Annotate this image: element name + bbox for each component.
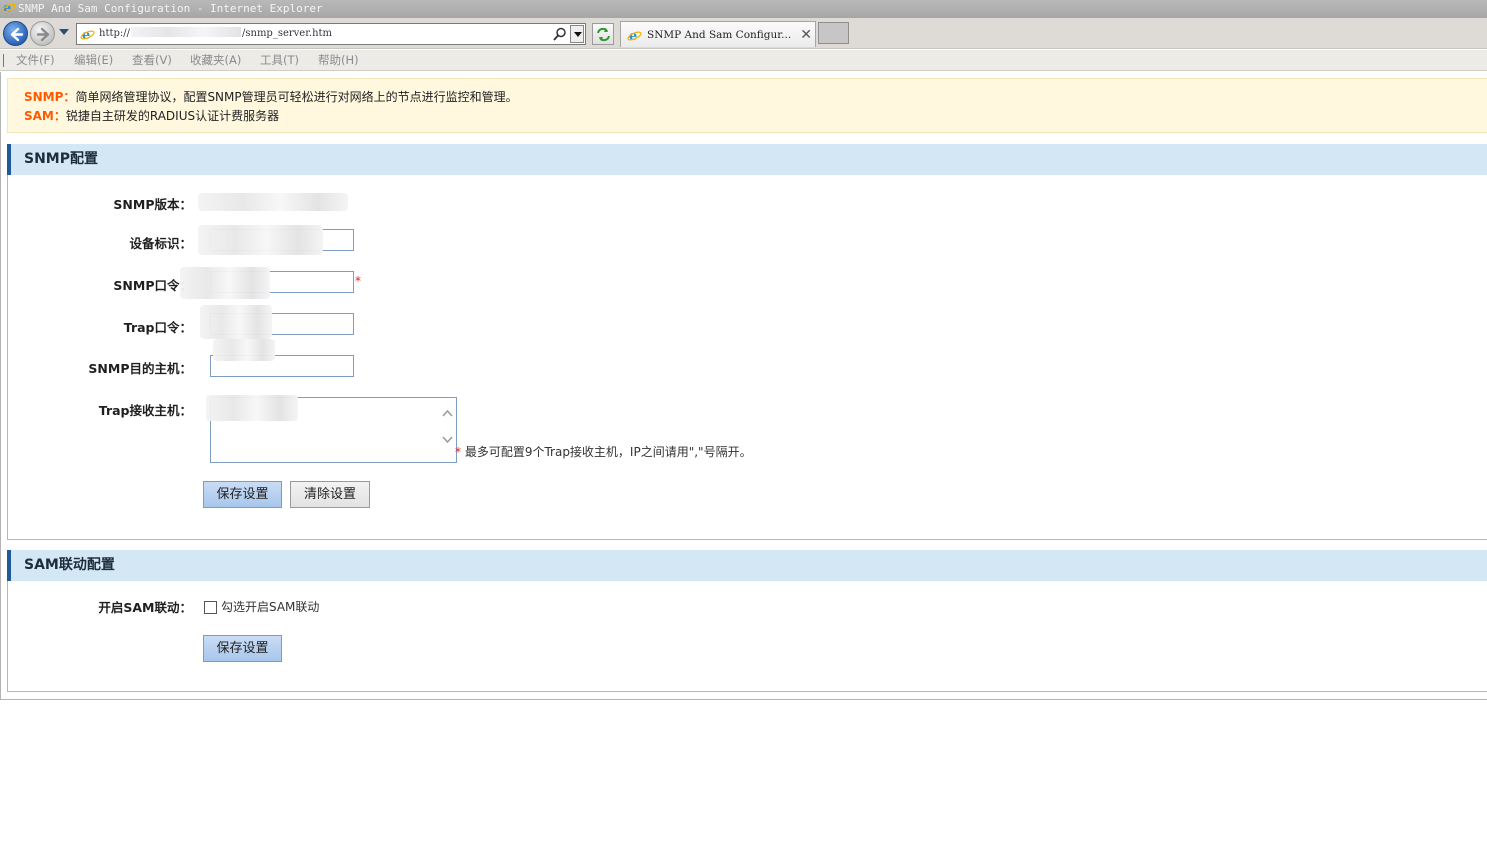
snmp-section-header: SNMP配置: [7, 144, 1487, 175]
close-icon[interactable]: ✕: [800, 22, 812, 48]
forward-arrow-icon: [36, 27, 50, 42]
history-dropdown-icon[interactable]: [58, 28, 70, 36]
sam-section-title: SAM联动配置: [24, 557, 115, 573]
snmp-version-label: SNMP版本：: [113, 197, 192, 212]
menu-file[interactable]: 文件(F): [16, 50, 55, 71]
ie-icon: e: [80, 28, 95, 42]
address-url[interactable]: http:// /snmp_server.htm: [99, 24, 332, 44]
hint-required-mark: *: [455, 445, 461, 459]
info-notice: SNMP：简单网络管理协议，配置SNMP管理员可轻松进行对网络上的节点进行监控和…: [7, 78, 1487, 133]
trap-password-label: Trap口令：: [123, 320, 192, 335]
sam-section-header: SAM联动配置: [7, 550, 1487, 581]
sam-enable-checkbox[interactable]: [204, 601, 217, 614]
menu-help[interactable]: 帮助(H): [318, 50, 359, 71]
navigation-bar: e http:// /snmp_server.htm e SNMP And Sam…: [0, 18, 1487, 49]
scroll-down-icon[interactable]: [442, 436, 453, 443]
page-content: SNMP：简单网络管理协议，配置SNMP管理员可轻松进行对网络上的节点进行监控和…: [0, 72, 1487, 700]
snmp-section-body: SNMP版本： 设备标识： SNMP口令： * Trap口令： SNMP目的主机…: [7, 175, 1487, 540]
svg-text:e: e: [82, 28, 90, 42]
required-mark: *: [355, 274, 361, 288]
redacted-snmp-version: [198, 193, 348, 211]
menu-grip: [3, 54, 4, 67]
notice-snmp-text: 简单网络管理协议，配置SNMP管理员可轻松进行对网络上的节点进行监控和管理。: [75, 90, 518, 104]
notice-snmp-line: SNMP：简单网络管理协议，配置SNMP管理员可轻松进行对网络上的节点进行监控和…: [24, 88, 1487, 107]
redacted-target-host: [213, 339, 275, 361]
trap-hosts-hint: * 最多可配置9个Trap接收主机，IP之间请用","号隔开。: [455, 443, 752, 460]
search-icon[interactable]: [553, 27, 567, 41]
forward-button[interactable]: [30, 21, 55, 46]
window-title: SNMP And Sam Configuration - Internet Ex…: [18, 2, 323, 15]
sam-section-body: 开启SAM联动： 勾选开启SAM联动 保存设置: [7, 581, 1487, 692]
refresh-button[interactable]: [592, 23, 614, 45]
trap-hosts-label: Trap接收主机：: [98, 403, 192, 418]
redacted-snmp-community: [180, 267, 270, 299]
redacted-device-id: [198, 225, 323, 255]
sam-save-button[interactable]: 保存设置: [203, 635, 282, 662]
dropdown-icon: [574, 32, 582, 37]
redacted-host: [131, 27, 241, 37]
ie-icon: e: [627, 29, 642, 43]
back-button[interactable]: [3, 21, 28, 46]
sam-enable-label: 开启SAM联动：: [98, 600, 192, 615]
back-arrow-icon: [10, 27, 24, 42]
notice-sam-line: SAM：锐捷自主研发的RADIUS认证计费服务器: [24, 107, 1487, 126]
menu-favorites[interactable]: 收藏夹(A): [190, 50, 241, 71]
scroll-up-icon[interactable]: [442, 410, 453, 417]
new-tab-button[interactable]: [818, 22, 849, 44]
menu-tools[interactable]: 工具(T): [260, 50, 299, 71]
window-titlebar: e SNMP And Sam Configuration - Internet …: [0, 0, 1487, 18]
browser-tab[interactable]: e SNMP And Sam Configur... ✕: [620, 21, 816, 47]
tab-title: SNMP And Sam Configur...: [647, 29, 792, 41]
address-prefix: http://: [99, 28, 130, 39]
snmp-clear-button[interactable]: 清除设置: [290, 481, 370, 508]
redacted-trap-hosts: [206, 395, 298, 421]
notice-sam-key: SAM：: [24, 109, 66, 123]
menu-bar: 文件(F) 编辑(E) 查看(V) 收藏夹(A) 工具(T) 帮助(H): [0, 50, 1487, 71]
hint-text: 最多可配置9个Trap接收主机，IP之间请用","号隔开。: [464, 445, 752, 459]
snmp-save-button[interactable]: 保存设置: [203, 481, 282, 508]
menu-view[interactable]: 查看(V): [132, 50, 172, 71]
redacted-trap-password: [200, 305, 272, 339]
snmp-section-title: SNMP配置: [24, 151, 98, 167]
device-id-label: 设备标识：: [129, 236, 192, 251]
address-bar[interactable]: e http:// /snmp_server.htm: [76, 23, 586, 45]
address-dropdown-button[interactable]: [570, 25, 584, 43]
snmp-target-host-label: SNMP目的主机：: [88, 361, 192, 376]
refresh-icon: [597, 27, 610, 42]
sam-enable-checkbox-label[interactable]: 勾选开启SAM联动: [221, 598, 319, 615]
address-suffix: /snmp_server.htm: [242, 28, 333, 39]
textarea-scrollbar[interactable]: [439, 398, 456, 462]
menu-edit[interactable]: 编辑(E): [74, 50, 113, 71]
notice-snmp-key: SNMP：: [24, 90, 76, 104]
notice-sam-text: 锐捷自主研发的RADIUS认证计费服务器: [65, 109, 280, 123]
svg-text:e: e: [629, 29, 637, 43]
